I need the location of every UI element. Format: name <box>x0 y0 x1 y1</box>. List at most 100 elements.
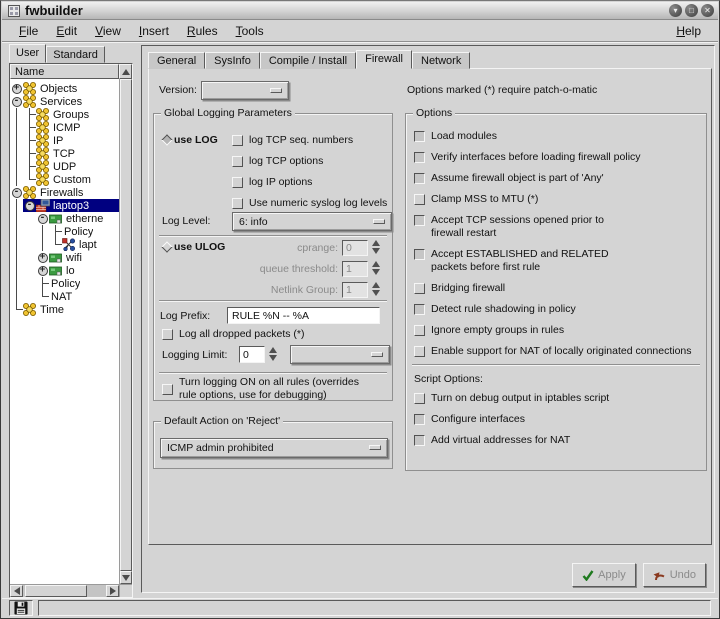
tab-network[interactable]: Network <box>412 52 470 69</box>
checkbox[interactable] <box>414 283 425 294</box>
tree-item-udp[interactable]: UDP <box>10 160 119 173</box>
menu-item-edit[interactable]: Edit <box>47 22 86 40</box>
checkbox-option[interactable]: Assume firewall object is part of 'Any' <box>414 172 700 185</box>
menu-item-help[interactable]: Help <box>667 22 710 40</box>
tree-item-time[interactable]: Time <box>10 303 119 316</box>
tab-standard[interactable]: Standard <box>46 46 105 63</box>
collapse-icon[interactable] <box>23 199 36 212</box>
checkbox[interactable] <box>414 393 425 404</box>
checkbox-option[interactable]: Add virtual addresses for NAT <box>414 434 700 447</box>
radio-icon[interactable] <box>161 134 172 145</box>
menu-item-rules[interactable]: Rules <box>178 22 227 40</box>
version-dropdown[interactable] <box>201 81 289 100</box>
tree-item-wifi[interactable]: wifi <box>10 251 119 264</box>
menu-item-file[interactable]: File <box>10 22 47 40</box>
tree-item-icmp[interactable]: ICMP <box>10 121 119 134</box>
checkbox-option[interactable]: log TCP options <box>232 155 392 168</box>
checkbox-option[interactable]: Enable support for NAT of locally origin… <box>414 345 700 358</box>
netlink-group-spinner[interactable]: 1 <box>342 282 368 298</box>
spinner-arrows[interactable] <box>268 347 278 361</box>
checkbox[interactable] <box>414 131 425 142</box>
spinner-arrows[interactable] <box>371 282 381 296</box>
menu-item-insert[interactable]: Insert <box>130 22 178 40</box>
tab-user[interactable]: User <box>9 44 46 63</box>
log-level-dropdown[interactable]: 6: info <box>232 212 392 231</box>
checkbox[interactable] <box>162 329 173 340</box>
expand-icon[interactable] <box>10 82 23 95</box>
tree-horizontal-scrollbar[interactable] <box>10 584 132 597</box>
checkbox[interactable] <box>414 435 425 446</box>
spinner-arrows[interactable] <box>371 240 381 254</box>
checkbox-option[interactable]: Accept ESTABLISHED and RELATED packets b… <box>414 248 700 274</box>
log-dropped-option[interactable]: Log all dropped packets (*) <box>162 328 305 341</box>
collapse-icon[interactable] <box>36 212 49 225</box>
checkbox[interactable] <box>414 249 425 260</box>
queue-threshold-spinner[interactable]: 1 <box>342 261 368 277</box>
checkbox[interactable] <box>232 177 243 188</box>
collapse-icon[interactable] <box>10 186 23 199</box>
tree-item-groups[interactable]: Groups <box>10 108 119 121</box>
checkbox[interactable] <box>414 215 425 226</box>
collapse-icon[interactable] <box>10 95 23 108</box>
menu-item-view[interactable]: View <box>86 22 130 40</box>
close-icon[interactable]: ✕ <box>701 4 714 17</box>
checkbox[interactable] <box>414 152 425 163</box>
tree-item-policy[interactable]: Policy <box>10 225 119 238</box>
default-action-dropdown[interactable]: ICMP admin prohibited <box>160 438 388 458</box>
tree-item-tcp[interactable]: TCP <box>10 147 119 160</box>
logging-limit-spinner[interactable]: 0 <box>239 346 265 363</box>
checkbox[interactable] <box>414 325 425 336</box>
scroll-right-icon[interactable] <box>106 585 119 597</box>
tree-item-laptop3[interactable]: laptop3 <box>10 199 119 212</box>
checkbox[interactable] <box>232 135 243 146</box>
tab-sysinfo[interactable]: SysInfo <box>205 52 260 69</box>
checkbox-option[interactable]: Configure interfaces <box>414 413 700 426</box>
checkbox-option[interactable]: Clamp MSS to MTU (*) <box>414 193 700 206</box>
tree-item-ip[interactable]: IP <box>10 134 119 147</box>
scrollbar-thumb[interactable] <box>25 585 87 597</box>
scroll-down-icon[interactable] <box>120 571 132 584</box>
checkbox[interactable] <box>414 194 425 205</box>
scrollbar-thumb[interactable] <box>120 79 132 571</box>
tree-column-header[interactable]: Name <box>10 64 119 79</box>
tree-item-etherne[interactable]: etherne <box>10 212 119 225</box>
checkbox-option[interactable]: Use numeric syslog log levels <box>232 197 392 210</box>
log-prefix-input[interactable]: RULE %N -- %A <box>227 307 380 324</box>
checkbox-option[interactable]: Bridging firewall <box>414 282 700 295</box>
checkbox-option[interactable]: Detect rule shadowing in policy <box>414 303 700 316</box>
checkbox[interactable] <box>414 173 425 184</box>
checkbox[interactable] <box>414 414 425 425</box>
menu-item-tools[interactable]: Tools <box>227 22 273 40</box>
checkbox-option[interactable]: log TCP seq. numbers <box>232 134 392 147</box>
tab-general[interactable]: General <box>148 52 205 69</box>
tree-item-policy[interactable]: Policy <box>10 277 119 290</box>
tree-vertical-scrollbar[interactable] <box>119 79 132 584</box>
checkbox-option[interactable]: Load modules <box>414 130 700 143</box>
tree-item-lo[interactable]: lo <box>10 264 119 277</box>
shade-icon[interactable]: ▾ <box>669 4 682 17</box>
turn-logging-on-option[interactable]: Turn logging ON on all rules (overrides … <box>162 376 359 402</box>
expand-icon[interactable] <box>36 264 49 277</box>
tree-item-objects[interactable]: Objects <box>10 82 119 95</box>
title-bar[interactable]: fwbuilder ▾ □ ✕ <box>2 2 718 20</box>
undo-button[interactable]: Undo <box>643 563 706 587</box>
checkbox-option[interactable]: log IP options <box>232 176 392 189</box>
checkbox[interactable] <box>232 198 243 209</box>
spinner-arrows[interactable] <box>371 261 381 275</box>
tree-item-services[interactable]: Services <box>10 95 119 108</box>
checkbox-option[interactable]: Turn on debug output in iptables script <box>414 392 700 405</box>
checkbox-option[interactable]: Verify interfaces before loading firewal… <box>414 151 700 164</box>
scroll-up-icon[interactable] <box>119 64 132 79</box>
expand-icon[interactable] <box>36 251 49 264</box>
tree-item-firewalls[interactable]: Firewalls <box>10 186 119 199</box>
tab-firewall[interactable]: Firewall <box>356 50 412 69</box>
cprange-spinner[interactable]: 0 <box>342 240 368 256</box>
maximize-icon[interactable]: □ <box>685 4 698 17</box>
checkbox-option[interactable]: Ignore empty groups in rules <box>414 324 700 337</box>
tree-item-lapt[interactable]: lapt <box>10 238 119 251</box>
checkbox[interactable] <box>232 156 243 167</box>
use-log-radio[interactable]: use LOG <box>162 134 218 146</box>
apply-button[interactable]: Apply <box>572 563 636 587</box>
checkbox[interactable] <box>414 346 425 357</box>
checkbox[interactable] <box>162 384 173 395</box>
